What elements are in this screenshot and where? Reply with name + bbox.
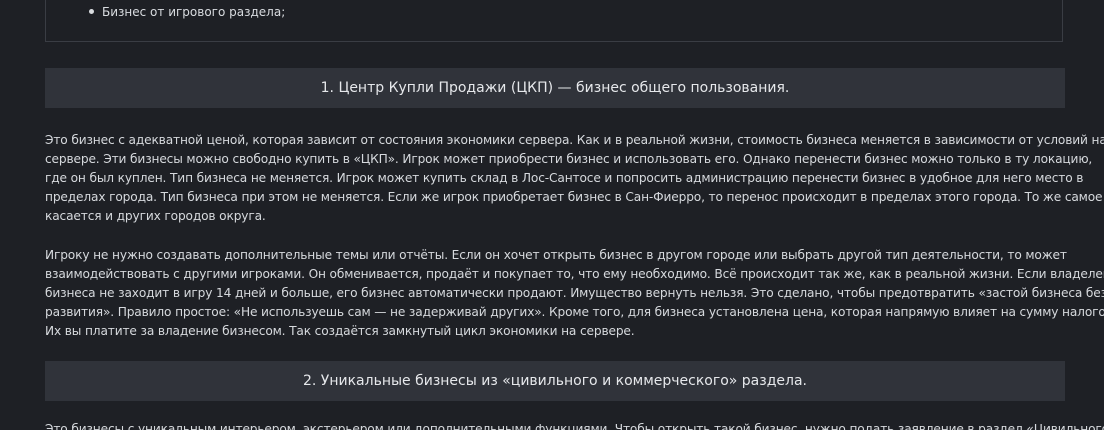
forum-post-content: Бизнес от игрового раздела; 1. Центр Куп… [0, 0, 1104, 430]
paragraph-line: Их вы платите за владение бизнесом. Так … [45, 324, 635, 338]
section-heading-ckp: 1. Центр Купли Продажи (ЦКП) — бизнес об… [45, 68, 1065, 108]
paragraph-line: где он был куплен. Тип бизнеса не меняет… [45, 171, 1084, 185]
paragraph-line: касается и других городов округа. [45, 209, 266, 223]
section-heading-unique: 2. Уникальные бизнесы из «цивильного и к… [45, 361, 1065, 401]
business-types-list-box: Бизнес от игрового раздела; [45, 0, 1063, 42]
paragraph-line: сервере. Эти бизнесы можно свободно купи… [45, 152, 1093, 166]
list-item: Бизнес от игрового раздела; [102, 5, 286, 19]
bullet-icon [89, 9, 94, 14]
paragraph-line: Игроку не нужно создавать дополнительные… [45, 248, 1067, 262]
paragraph-line: Это бизнесы с уникальным интерьером, экс… [45, 422, 1104, 430]
paragraph-line: взаимодействовать с другими игроками. Он… [45, 267, 1104, 281]
paragraph-line: Это бизнес с адекватной ценой, которая з… [45, 133, 1104, 147]
paragraph-line: развития». Правило простое: «Не использу… [45, 305, 1104, 319]
paragraph-unique-description: Это бизнесы с уникальным интерьером, экс… [45, 420, 1104, 430]
paragraph-line: бизнеса не заходит в игру 14 дней и боль… [45, 286, 1104, 300]
paragraph-line: пределах города. Тип бизнеса при этом не… [45, 190, 1103, 204]
paragraph-ckp-rules: Игроку не нужно создавать дополнительные… [45, 246, 1104, 341]
paragraph-ckp-description: Это бизнес с адекватной ценой, которая з… [45, 131, 1104, 226]
